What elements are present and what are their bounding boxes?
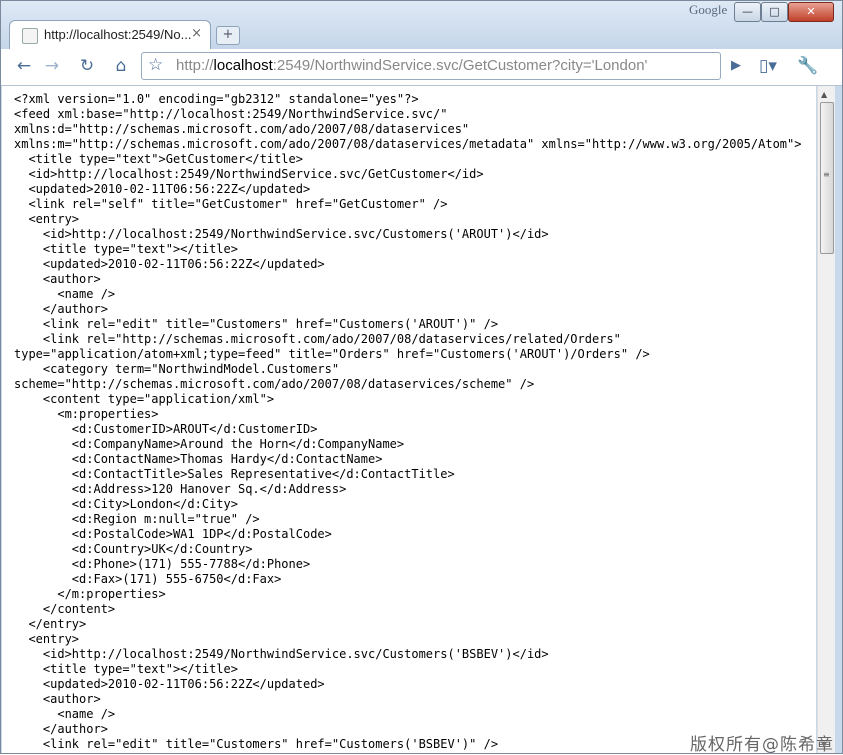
xml-line: <id>http://localhost:2549/NorthwindServi… — [14, 647, 549, 661]
xml-line: <author> — [14, 692, 101, 706]
xml-line: <content type="application/xml"> — [14, 392, 275, 406]
title-bar: http://localhost:2549/No... × + Google —… — [1, 1, 842, 50]
xml-line: xmlns:m="http://schemas.microsoft.com/ad… — [14, 137, 802, 151]
xml-line: </m:properties> — [14, 587, 166, 601]
grip-icon: ≡ — [823, 170, 830, 179]
go-icon[interactable]: ▶ — [723, 53, 749, 79]
url-path: :2549/NorthwindService.svc/GetCustomer?c… — [272, 57, 648, 74]
xml-line: <d:Country>UK</d:Country> — [14, 542, 253, 556]
scroll-thumb[interactable]: ≡ — [820, 102, 834, 254]
scroll-up-icon[interactable]: ▲ — [821, 90, 827, 99]
xml-line: <d:PostalCode>WA1 1DP</d:PostalCode> — [14, 527, 332, 541]
xml-line: </content> — [14, 602, 116, 616]
minimize-icon[interactable]: — — [734, 2, 761, 22]
close-icon[interactable]: ✕ — [788, 2, 834, 22]
url-scheme: http:// — [176, 57, 214, 74]
tab-close-icon[interactable]: × — [191, 26, 202, 41]
home-icon[interactable]: ⌂ — [108, 53, 134, 79]
maximize-icon[interactable]: □ — [761, 2, 788, 22]
xml-line: <entry> — [14, 212, 80, 226]
xml-line: <link rel="edit" title="Customers" href=… — [14, 737, 499, 751]
browser-window: http://localhost:2549/No... × + Google —… — [0, 0, 843, 754]
page-menu-icon[interactable]: ▯▾ — [755, 53, 781, 79]
xml-line: <updated>2010-02-11T06:56:22Z</updated> — [14, 257, 325, 271]
xml-line: <d:ContactName>Thomas Hardy</d:ContactNa… — [14, 452, 383, 466]
page-icon — [22, 28, 38, 44]
xml-line: <id>http://localhost:2549/NorthwindServi… — [14, 227, 549, 241]
page-content: <?xml version="1.0" encoding="gb2312" st… — [2, 86, 816, 753]
google-brand-label: Google — [689, 2, 728, 17]
xml-line: <m:properties> — [14, 407, 159, 421]
xml-line: <?xml version="1.0" encoding="gb2312" st… — [14, 92, 419, 106]
bookmark-star-icon[interactable]: ☆ — [148, 55, 163, 75]
forward-arrow-icon[interactable]: → — [39, 53, 65, 79]
xml-line: <category term="NorthwindModel.Customers… — [14, 362, 340, 376]
xml-line: <title type="text"></title> — [14, 662, 238, 676]
address-bar[interactable]: ☆ http://localhost:2549/NorthwindService… — [141, 52, 721, 80]
xml-line: <link rel="edit" title="Customers" href=… — [14, 317, 499, 331]
xml-line: <d:City>London</d:City> — [14, 497, 238, 511]
url-host: localhost — [213, 57, 273, 74]
xml-line: type="application/atom+xml;type=feed" ti… — [14, 347, 650, 361]
xml-line: <d:Phone>(171) 555-7788</d:Phone> — [14, 557, 311, 571]
xml-line: <updated>2010-02-11T06:56:22Z</updated> — [14, 182, 311, 196]
xml-line: <updated>2010-02-11T06:56:22Z</updated> — [14, 677, 325, 691]
xml-line: <d:Fax>(171) 555-6750</d:Fax> — [14, 572, 282, 586]
xml-line: <title type="text">GetCustomer</title> — [14, 152, 303, 166]
xml-line: <name /> — [14, 707, 116, 721]
xml-line: <name /> — [14, 287, 116, 301]
xml-document: <?xml version="1.0" encoding="gb2312" st… — [14, 92, 801, 752]
xml-line: xmlns:d="http://schemas.microsoft.com/ad… — [14, 122, 470, 136]
xml-line: <d:Region m:null="true" /> — [14, 512, 260, 526]
xml-line: scheme="http://schemas.microsoft.com/ado… — [14, 377, 535, 391]
xml-line: <id>http://localhost:2549/NorthwindServi… — [14, 167, 484, 181]
xml-line: </author> — [14, 722, 108, 736]
browser-toolbar: ← → ↻ ⌂ ☆ http://localhost:2549/Northwin… — [1, 49, 842, 102]
xml-line: <d:CompanyName>Around the Horn</d:Compan… — [14, 437, 405, 451]
xml-line: <link rel="http://schemas.microsoft.com/… — [14, 332, 621, 346]
xml-line: <d:Address>120 Hanover Sq.</d:Address> — [14, 482, 347, 496]
tab-active[interactable]: http://localhost:2549/No... × — [9, 20, 211, 50]
tab-title: http://localhost:2549/No... — [44, 27, 192, 42]
xml-line: <entry> — [14, 632, 80, 646]
xml-line: <author> — [14, 272, 101, 286]
xml-line: </entry> — [14, 617, 87, 631]
vertical-scrollbar[interactable]: ▲ ≡ ▼ — [817, 86, 835, 753]
xml-line: <d:ContactTitle>Sales Representative</d:… — [14, 467, 455, 481]
new-tab-button[interactable]: + — [216, 26, 240, 45]
reload-icon[interactable]: ↻ — [74, 53, 100, 79]
xml-line: <title type="text"></title> — [14, 242, 238, 256]
watermark: 版权所有@陈希章 — [690, 735, 834, 755]
xml-line: </author> — [14, 302, 108, 316]
address-url[interactable]: http://localhost:2549/NorthwindService.s… — [176, 57, 647, 74]
xml-line: <d:CustomerID>AROUT</d:CustomerID> — [14, 422, 318, 436]
xml-line: <feed xml:base="http://localhost:2549/No… — [14, 107, 448, 121]
wrench-icon[interactable]: 🔧▾ — [795, 53, 821, 102]
xml-line: <link rel="self" title="GetCustomer" hre… — [14, 197, 448, 211]
back-arrow-icon[interactable]: ← — [11, 53, 37, 79]
